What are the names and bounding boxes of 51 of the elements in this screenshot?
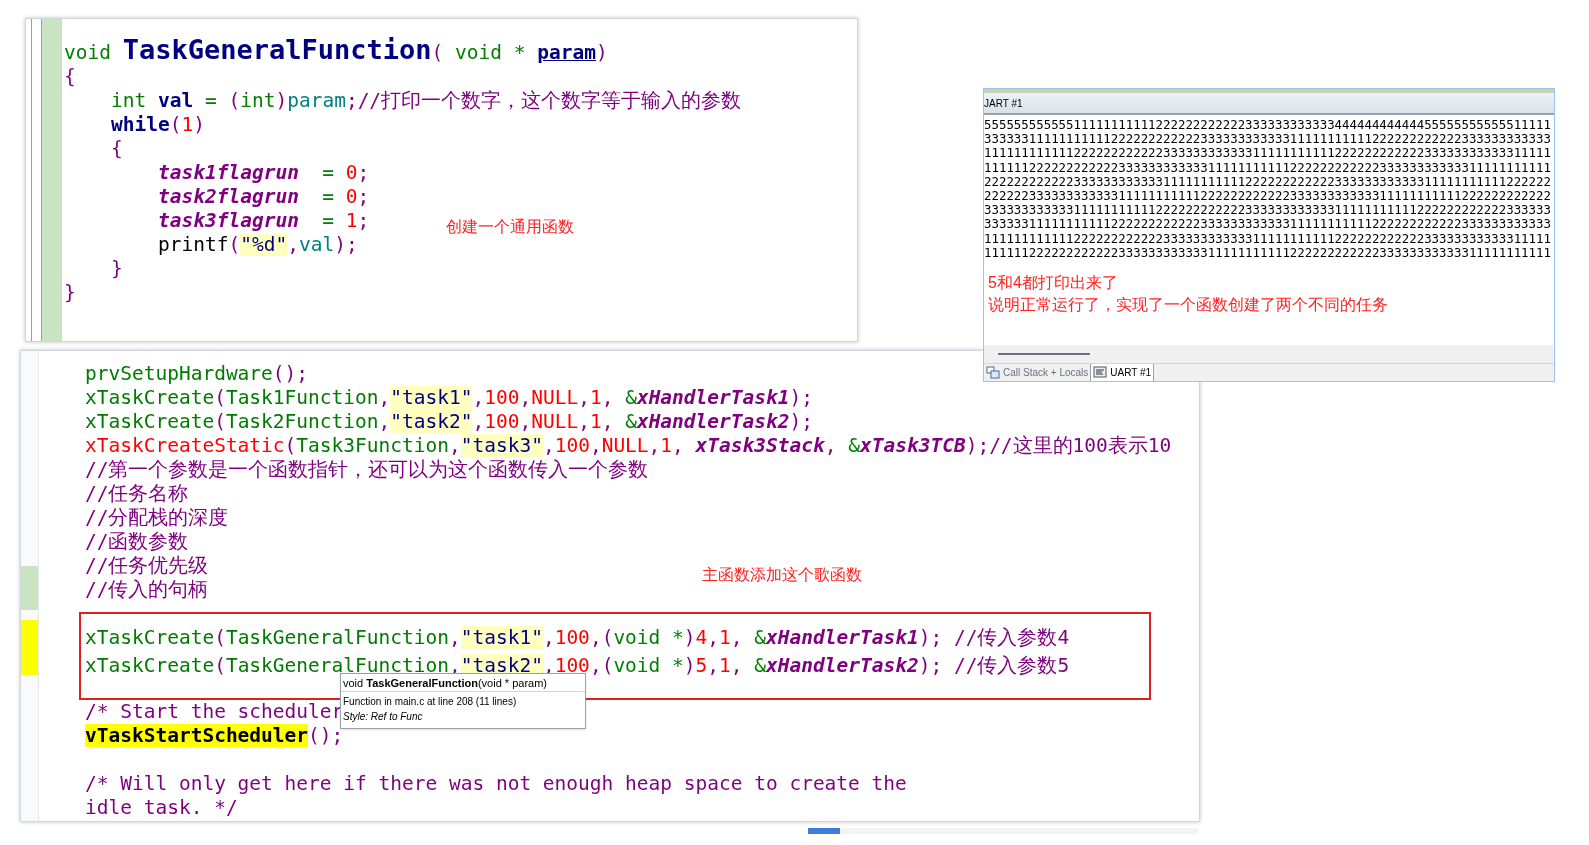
- code-line: xTaskCreate(TaskGeneralFunction,"task1",100,(void *)4,1, &xHandlerTask1); //传入参数4: [85, 625, 1070, 652]
- code-line: }: [111, 256, 123, 283]
- window-title: JART #1: [984, 96, 1023, 111]
- panel-tab[interactable]: Call Stack + Locals: [984, 364, 1091, 381]
- output-line: 1111112222222222223333333333331111111111122222222222233333333333311111111111: [984, 245, 1552, 261]
- window-stack-icon: [986, 366, 1000, 379]
- output-line: 3333333333331111111111122222222222233333333333311111111111222222222222333333: [984, 203, 1552, 218]
- tooltip-signature: void TaskGeneralFunction(void * param): [341, 674, 585, 692]
- change-marker: [21, 566, 38, 610]
- code-line: xTaskCreateStatic(Task3Function,"task3",100,NULL,1, xTask3Stack, &xTask3TCB);//这里的100表示10: [85, 433, 1172, 459]
- scrollbar-thumb[interactable]: [998, 353, 1090, 355]
- output-line: 5555555555551111111111122222222222233333333333344444444444455555555555511111: [984, 118, 1552, 133]
- code-line: //函数参数: [85, 529, 189, 555]
- code-line: idle task. */: [85, 795, 238, 822]
- code-line: task3flagrun = 1;: [158, 208, 370, 235]
- code-line: printf("%d",val);: [158, 232, 358, 259]
- output-line: 2222222222223333333333331111111111122222222222233333333333311111111111222222: [984, 174, 1552, 189]
- code-line: //任务名称: [85, 481, 189, 507]
- tooltip-text: Style: Ref to Func: [343, 711, 424, 724]
- code-line: }: [64, 280, 76, 307]
- annotation: 说明正常运行了，实现了一个函数创建了两个不同的任务: [988, 295, 1388, 316]
- code-line: //分配栈的深度: [85, 505, 229, 531]
- panel-tab[interactable]: UART #1: [1090, 364, 1155, 381]
- code-line: xTaskCreate(Task2Function,"task2",100,NULL,1, &xHandlerTask2);: [85, 409, 813, 436]
- code-line: //第一个参数是一个函数指针，还可以为这个函数传入一个参数: [85, 457, 649, 484]
- output-line: 2222223333333333331111111111122222222222233333333333311111111111222222222222: [984, 189, 1552, 204]
- code-line: /* Will only get here if there was not enough heap space to create the: [85, 771, 907, 798]
- output-line: 3333331111111111122222222222233333333333311111111111222222222222333333333333: [984, 217, 1552, 232]
- code-line: //传入的句柄: [85, 577, 209, 604]
- code-line: //任务优先级: [85, 553, 209, 579]
- terminal-icon: [1093, 366, 1108, 379]
- code-line: task1flagrun = 0;: [158, 160, 370, 187]
- code-line: /* Start the scheduler: [85, 700, 344, 726]
- output-line: 1111111111112222222222223333333333331111111111122222222222233333333333311111: [984, 146, 1552, 161]
- output-line: 1111112222222222223333333333331111111111122222222222233333333333311111111111: [984, 160, 1552, 175]
- scrollbar-thumb[interactable]: [808, 828, 840, 834]
- output-line: 1111111111112222222222223333333333331111111111122222222222233333333333311111: [984, 231, 1552, 246]
- output-line: 3333331111111111122222222222233333333333311111111111222222222222333333333333: [984, 132, 1552, 147]
- code-line: while(1): [111, 112, 205, 139]
- code-line: task2flagrun = 0;: [158, 184, 370, 211]
- code-line: int val = (int)param;//打印一个数字，这个数字等于输入的参数: [111, 88, 742, 115]
- code-line: prvSetupHardware();: [85, 361, 309, 388]
- code-line: {: [64, 64, 76, 91]
- annotation: 5和4都打印出来了: [988, 273, 1118, 294]
- code-line: void TaskGeneralFunction( void * param): [64, 32, 608, 67]
- code-line: xTaskCreate(Task1Function,"task1",100,NULL,1, &xHandlerTask1);: [85, 385, 813, 412]
- annotation: 创建一个通用函数: [446, 217, 574, 237]
- code-line: {: [111, 136, 123, 163]
- annotation: 主函数添加这个歌函数: [702, 565, 862, 585]
- tooltip-text: Function in main.c at line 208 (11 lines): [343, 695, 518, 707]
- change-marker: [21, 620, 38, 675]
